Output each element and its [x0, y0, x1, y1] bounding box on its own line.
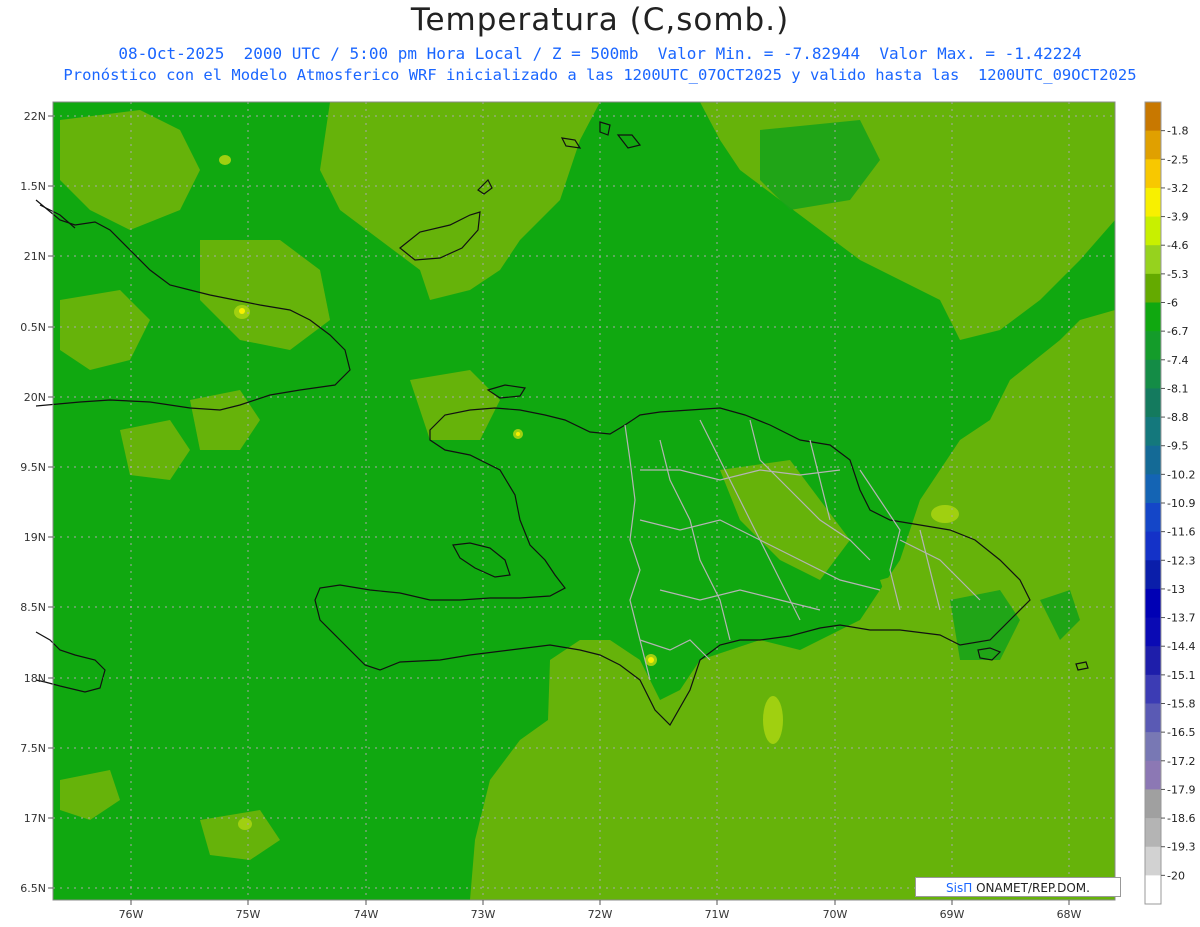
lon-tick: 76W — [119, 908, 144, 921]
colorbar-label: -8.8 — [1167, 411, 1188, 424]
colorbar-swatch — [1145, 617, 1161, 647]
colorbar-swatch — [1145, 674, 1161, 704]
latitude-axis: 22N 1.5N 21N 0.5N 20N 9.5N 19N 8.5N 18N … — [20, 110, 53, 895]
lon-tick: 75W — [236, 908, 261, 921]
colorbar-swatch — [1145, 187, 1161, 218]
colorbar-label: -18.6 — [1167, 812, 1195, 825]
colorbar-label: -5.3 — [1167, 268, 1188, 281]
colorbar-swatch — [1145, 789, 1161, 819]
colorbar-label: -12.3 — [1167, 554, 1195, 567]
colorbar-swatch — [1145, 273, 1161, 303]
colorbar-swatch — [1145, 588, 1161, 619]
lon-tick: 74W — [354, 908, 379, 921]
colorbar-label: -17.2 — [1167, 755, 1195, 768]
colorbar-swatch — [1145, 359, 1161, 389]
longitude-axis: 76W 75W 74W 73W 72W 71W 70W 69W 68W — [119, 900, 1082, 921]
colorbar-swatch — [1145, 331, 1161, 361]
colorbar-label: -15.1 — [1167, 669, 1195, 682]
colorbar-swatch — [1145, 302, 1161, 332]
lat-tick: 9.5N — [20, 461, 46, 474]
colorbar-label: -19.3 — [1167, 841, 1195, 854]
colorbar-label: -2.5 — [1167, 153, 1188, 166]
lat-tick: 19N — [24, 531, 46, 544]
colorbar-label: -15.8 — [1167, 698, 1195, 711]
colorbar-label: -16.5 — [1167, 726, 1195, 739]
colorbar-label: -1.8 — [1167, 125, 1188, 138]
colorbar-label: -7.4 — [1167, 354, 1188, 367]
colorbar-swatch — [1145, 560, 1161, 590]
colorbar-swatch — [1145, 503, 1161, 533]
lon-tick: 70W — [823, 908, 848, 921]
colorbar-label: -4.6 — [1167, 239, 1188, 252]
colorbar-label: -8.1 — [1167, 382, 1188, 395]
credit-label: ONAMET/REP.DOM. — [972, 881, 1090, 895]
lat-tick: 0.5N — [20, 321, 46, 334]
lat-tick: 21N — [24, 250, 46, 263]
colorbar-swatch — [1145, 818, 1161, 848]
colorbar-swatch — [1145, 417, 1161, 447]
colorbar-swatch — [1145, 760, 1161, 790]
colorbar-label: -3.9 — [1167, 211, 1188, 224]
colorbar-swatch — [1145, 646, 1161, 676]
temperature-map: 22N 1.5N 21N 0.5N 20N 9.5N 19N 8.5N 18N … — [20, 101, 1195, 921]
colorbar-label: -13 — [1167, 583, 1185, 596]
lon-tick: 68W — [1057, 908, 1082, 921]
colorbar-swatch — [1145, 216, 1161, 246]
lon-tick: 71W — [705, 908, 730, 921]
lat-tick: 8.5N — [20, 601, 46, 614]
colorbar-swatch — [1145, 102, 1161, 132]
colorbar-swatch — [1145, 846, 1161, 876]
lat-tick: 17N — [24, 812, 46, 825]
colorbar: -1.8 -2.5 -3.2 -3.9 -4.6 -5.3 -6 -6.7 -7.4 -8.1 -8… — [1144, 101, 1195, 905]
lon-tick: 72W — [588, 908, 613, 921]
colorbar-label: -3.2 — [1167, 182, 1188, 195]
colorbar-swatch — [1145, 130, 1161, 160]
colorbar-label: -11.6 — [1167, 526, 1195, 539]
colorbar-swatch — [1145, 703, 1161, 733]
lat-tick: 7.5N — [20, 742, 46, 755]
lat-tick: 1.5N — [20, 180, 46, 193]
colorbar-swatch — [1145, 245, 1161, 275]
colorbar-swatch — [1145, 875, 1161, 905]
colorbar-swatch — [1145, 474, 1161, 504]
lat-tick: 22N — [24, 110, 46, 123]
colorbar-label: -17.9 — [1167, 783, 1195, 796]
lat-tick: 6.5N — [20, 882, 46, 895]
colorbar-label: -20 — [1167, 869, 1185, 882]
colorbar-swatch — [1145, 388, 1161, 418]
colorbar-label: -9.5 — [1167, 440, 1188, 453]
colorbar-label: -6 — [1167, 297, 1178, 310]
lon-tick: 73W — [471, 908, 496, 921]
colorbar-swatch — [1145, 531, 1161, 561]
credit-box: SisΠ ONAMET/REP.DOM. — [915, 877, 1121, 897]
colorbar-swatch — [1145, 445, 1161, 475]
lat-tick: 18N — [24, 672, 46, 685]
lon-tick: 69W — [940, 908, 965, 921]
colorbar-label: -6.7 — [1167, 325, 1188, 338]
lat-tick: 20N — [24, 391, 46, 404]
brand-label: SisΠ — [946, 881, 973, 895]
colorbar-label: -14.4 — [1167, 640, 1195, 653]
colorbar-swatch — [1145, 159, 1161, 189]
colorbar-label: -13.7 — [1167, 612, 1195, 625]
colorbar-swatch — [1145, 732, 1161, 762]
colorbar-label: -10.2 — [1167, 468, 1195, 481]
colorbar-label: -10.9 — [1167, 497, 1195, 510]
